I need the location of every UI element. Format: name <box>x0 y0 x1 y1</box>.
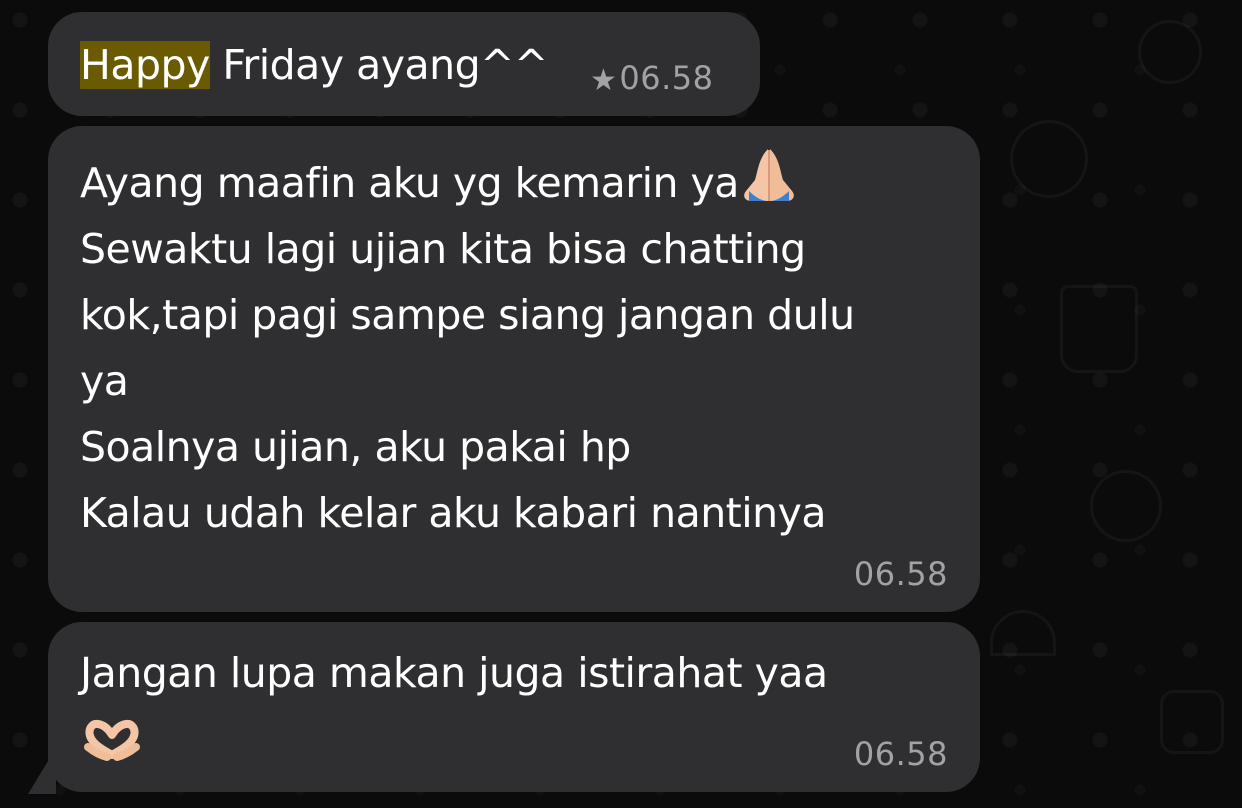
message-text: Jangan lupa makan juga istirahat yaa <box>80 640 828 772</box>
message-bubble[interactable]: Jangan lupa makan juga istirahat yaa 06.… <box>48 622 980 792</box>
message-line: ya <box>80 357 129 405</box>
timestamp-text: 06.58 <box>619 59 714 97</box>
message-line: Soalnya ujian, aku pakai hp <box>80 423 631 471</box>
praying-hands-icon <box>741 146 797 204</box>
message-bubble[interactable]: Ayang maafin aku yg kemarin ya Sewaktu l… <box>48 126 980 612</box>
message-line: kok,tapi pagi sampe siang jangan dulu <box>80 291 855 339</box>
doodle-circle <box>1010 120 1088 198</box>
message-line-text: Ayang maafin aku yg kemarin ya <box>80 159 739 207</box>
message-line <box>80 706 828 772</box>
doodle-rounded-box <box>1160 690 1224 754</box>
message-timestamp: 06.58 <box>853 555 948 593</box>
message-text: Ayang maafin aku yg kemarin ya Sewaktu l… <box>80 146 855 546</box>
message-line: Ayang maafin aku yg kemarin ya <box>80 146 855 216</box>
message-bubble[interactable]: Happy Friday ayang^^ ★06.58 <box>48 12 760 116</box>
heart-hands-icon <box>80 717 144 763</box>
doodle-circle <box>1138 20 1202 84</box>
doodle-arc <box>990 610 1056 656</box>
message-timestamp: 06.58 <box>853 735 948 773</box>
message-timestamp: ★06.58 <box>590 58 714 101</box>
search-highlight: Happy <box>80 41 210 89</box>
message-line: Sewaktu lagi ujian kita bisa chatting <box>80 225 806 273</box>
message-line: Kalau udah kelar aku kabari nantinya <box>80 489 827 537</box>
message-text-rest: Friday ayang^^ <box>209 41 548 89</box>
star-icon: ★ <box>590 63 618 98</box>
bubble-tail <box>28 748 56 794</box>
doodle-ring <box>1090 470 1162 542</box>
doodle-cup <box>1060 285 1138 373</box>
message-text: Happy Friday ayang^^ <box>80 32 548 98</box>
message-line: Jangan lupa makan juga istirahat yaa <box>80 649 828 697</box>
